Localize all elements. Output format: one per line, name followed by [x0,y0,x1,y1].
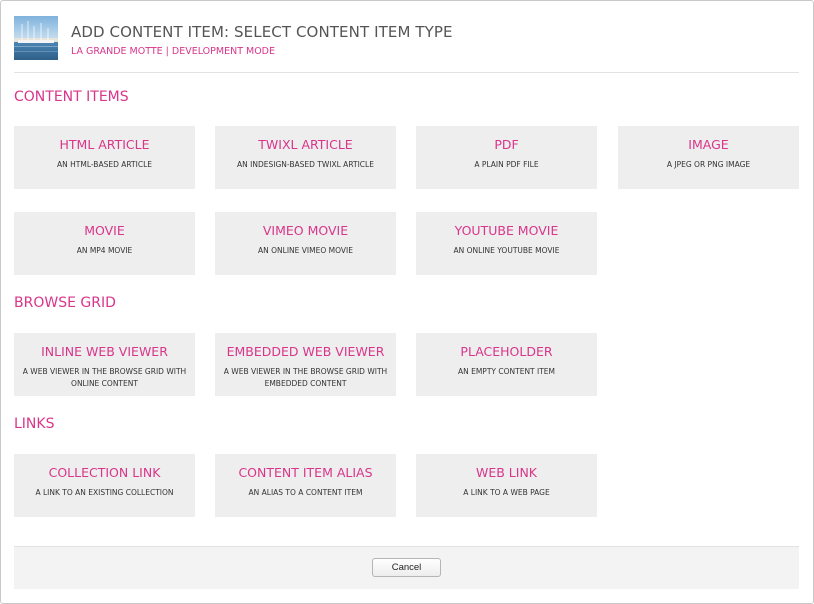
cancel-button[interactable]: Cancel [372,558,441,577]
tile-title: PLACEHOLDER [460,344,553,359]
tile-description: AN ALIAS TO A CONTENT ITEM [248,488,363,497]
tile-title: CONTENT ITEM ALIAS [238,465,373,480]
page-title: ADD CONTENT ITEM: SELECT CONTENT ITEM TY… [71,23,453,41]
tile-collection-link[interactable]: COLLECTION LINK A LINK TO AN EXISTING CO… [14,454,195,517]
tile-title: INLINE WEB VIEWER [41,344,168,359]
tile-placeholder[interactable]: PLACEHOLDER AN EMPTY CONTENT ITEM [416,333,597,396]
tile-title: IMAGE [688,137,729,152]
tile-title: TWIXL ARTICLE [258,137,353,152]
tile-description: AN HTML-BASED ARTICLE [57,160,152,169]
tile-embedded-web-viewer[interactable]: EMBEDDED WEB VIEWER A WEB VIEWER IN THE … [215,333,396,396]
header-divider [14,72,799,73]
tile-image[interactable]: IMAGE A JPEG OR PNG IMAGE [618,126,799,189]
tile-description: A WEB VIEWER IN THE BROWSE GRID WITH EMB… [223,367,388,388]
page-subtitle: LA GRANDE MOTTE | DEVELOPMENT MODE [71,46,276,57]
tile-title: PDF [494,137,519,152]
tile-title: COLLECTION LINK [48,465,161,480]
tile-youtube-movie[interactable]: YOUTUBE MOVIE AN ONLINE YOUTUBE MOVIE [416,212,597,275]
tile-pdf[interactable]: PDF A PLAIN PDF FILE [416,126,597,189]
collection-thumbnail [14,16,58,60]
dialog-header: ADD CONTENT ITEM: SELECT CONTENT ITEM TY… [1,1,813,73]
tile-description: AN MP4 MOVIE [76,246,133,255]
tile-web-link[interactable]: WEB LINK A LINK TO A WEB PAGE [416,454,597,517]
dialog-footer: Cancel [14,546,799,589]
tile-vimeo-movie[interactable]: VIMEO MOVIE AN ONLINE VIMEO MOVIE [215,212,396,275]
tile-description: AN ONLINE YOUTUBE MOVIE [453,246,560,255]
tile-description: A LINK TO AN EXISTING COLLECTION [35,488,174,497]
tile-title: EMBEDDED WEB VIEWER [226,344,385,359]
section-title-links: LINKS [14,416,55,432]
tile-title: VIMEO MOVIE [262,223,349,238]
tile-html-article[interactable]: HTML ARTICLE AN HTML-BASED ARTICLE [14,126,195,189]
tile-description: A WEB VIEWER IN THE BROWSE GRID WITH ONL… [22,367,187,388]
tile-twixl-article[interactable]: TWIXL ARTICLE AN INDESIGN-BASED TWIXL AR… [215,126,396,189]
tile-description: A PLAIN PDF FILE [474,160,539,169]
tile-title: WEB LINK [475,465,537,480]
section-title-browse-grid: BROWSE GRID [14,295,116,311]
dialog-window: ADD CONTENT ITEM: SELECT CONTENT ITEM TY… [0,0,814,604]
tile-title: YOUTUBE MOVIE [454,223,559,238]
tile-description: A LINK TO A WEB PAGE [463,488,550,497]
section-title-content-items: CONTENT ITEMS [14,89,129,105]
tile-description: AN ONLINE VIMEO MOVIE [258,246,353,255]
tile-title: MOVIE [84,223,125,238]
tile-movie[interactable]: MOVIE AN MP4 MOVIE [14,212,195,275]
tile-title: HTML ARTICLE [59,137,150,152]
tile-content-item-alias[interactable]: CONTENT ITEM ALIAS AN ALIAS TO A CONTENT… [215,454,396,517]
tile-description: A JPEG OR PNG IMAGE [666,160,751,169]
tile-description: AN EMPTY CONTENT ITEM [457,367,556,376]
tile-description: AN INDESIGN-BASED TWIXL ARTICLE [237,160,374,169]
tile-inline-web-viewer[interactable]: INLINE WEB VIEWER A WEB VIEWER IN THE BR… [14,333,195,396]
